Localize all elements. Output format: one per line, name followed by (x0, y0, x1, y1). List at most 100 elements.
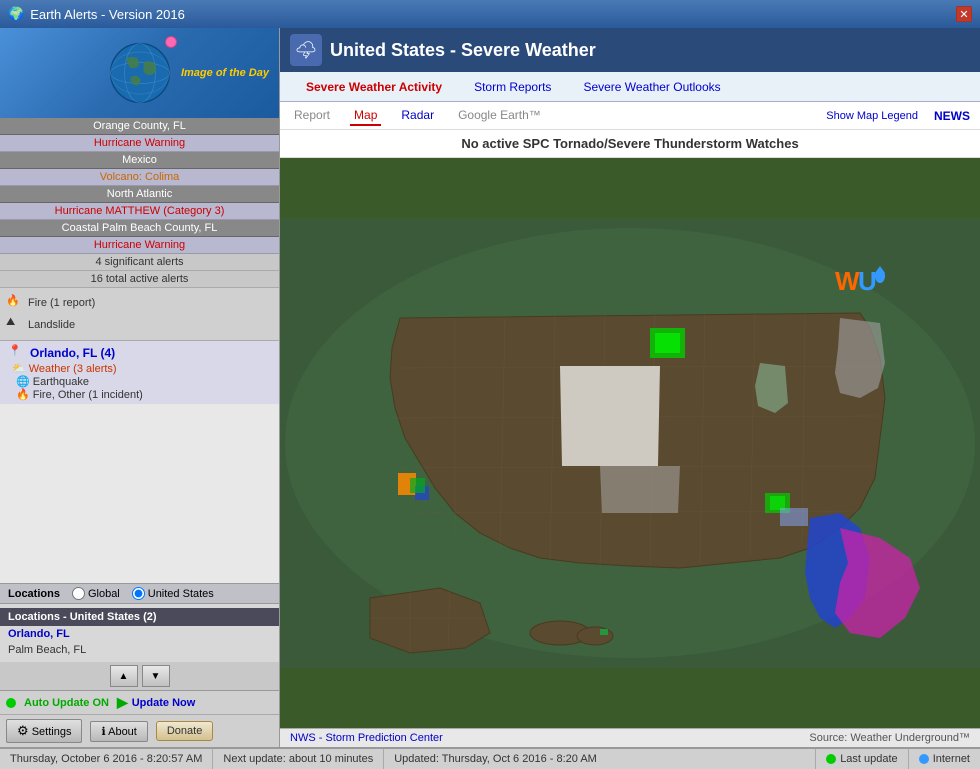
status-internet: Internet (909, 749, 980, 769)
fire-other-icon: 🔥 (16, 389, 30, 401)
us-radio-label[interactable]: United States (132, 587, 214, 600)
last-update-text: Last update (840, 753, 898, 765)
us-map-svg: W U (280, 158, 980, 728)
subtab-news[interactable]: NEWS (934, 109, 970, 123)
status-datetime: Thursday, October 6 2016 - 8:20:57 AM (0, 749, 213, 769)
global-radio-label[interactable]: Global (72, 587, 120, 600)
app-buttons: ⚙ Settings ℹ About Donate (0, 715, 279, 747)
location-item-orlando[interactable]: Orlando, FL (0, 626, 279, 642)
update-arrow-icon: ▶ (117, 694, 128, 711)
tab-severe-outlooks[interactable]: Severe Weather Outlooks (567, 76, 736, 98)
locations-list: Locations - United States (2) Orlando, F… (0, 604, 279, 662)
landslide-icon: ⛰ (6, 316, 24, 334)
alert-item-hurricane-warning-1[interactable]: Hurricane Warning (0, 135, 279, 152)
incident-section: 🔥 Fire (1 report) ⛰ Landslide (0, 288, 279, 341)
pink-dot (165, 36, 177, 48)
alert-item-volcano-colima[interactable]: Volcano: Colima (0, 169, 279, 186)
map-footer: NWS - Storm Prediction Center Source: We… (280, 728, 980, 747)
statusbar: Thursday, October 6 2016 - 8:20:57 AM Ne… (0, 747, 980, 769)
subtab-map[interactable]: Map (350, 106, 381, 126)
status-updated-text: Updated: Thursday, Oct 6 2016 - 8:20 AM (394, 753, 597, 765)
scroll-up-button[interactable]: ▲ (110, 665, 138, 687)
settings-button[interactable]: ⚙ Settings (6, 719, 82, 743)
titlebar: 🌍 Earth Alerts - Version 2016 ✕ (0, 0, 980, 28)
significant-count: 4 significant alerts (0, 254, 279, 271)
alert-group-mexico[interactable]: Mexico (0, 152, 279, 169)
locations-list-header: Locations - United States (2) (0, 608, 279, 626)
tornado-notice: No active SPC Tornado/Severe Thunderstor… (280, 130, 980, 158)
location-orlando-entry[interactable]: 📍 Orlando, FL (4) ⛅ Weather (3 alerts) 🌐… (0, 341, 279, 404)
subtab-google-earth[interactable]: Google Earth™ (454, 106, 545, 126)
globe-icon (105, 38, 175, 108)
update-now-button[interactable]: ▶ Update Now (117, 694, 195, 711)
map-container[interactable]: W U (280, 158, 980, 728)
tab-storm-reports[interactable]: Storm Reports (458, 76, 567, 98)
alert-group-coastal-palm-beach[interactable]: Coastal Palm Beach County, FL (0, 220, 279, 237)
info-icon: ℹ (101, 726, 105, 738)
right-header: 🌩 United States - Severe Weather (280, 28, 980, 72)
close-button[interactable]: ✕ (956, 6, 972, 22)
fire-icon: 🔥 (6, 294, 24, 312)
status-last-update: Last update (816, 749, 909, 769)
auto-update-status: Auto Update ON (6, 697, 109, 709)
auto-update-dot (6, 698, 16, 708)
scroll-buttons: ▲ ▼ (0, 662, 279, 691)
status-updated: Updated: Thursday, Oct 6 2016 - 8:20 AM (384, 749, 816, 769)
alert-list: Orange County, FL Hurricane Warning Mexi… (0, 118, 279, 583)
incident-landslide[interactable]: ⛰ Landslide (6, 314, 273, 336)
location-item-palm-beach[interactable]: Palm Beach, FL (0, 642, 279, 658)
internet-dot (919, 754, 929, 764)
right-panel: 🌩 United States - Severe Weather Severe … (280, 28, 980, 747)
alert-item-hurricane-matthew[interactable]: Hurricane MATTHEW (Category 3) (0, 203, 279, 220)
weather-header-icon: 🌩 (290, 34, 322, 66)
tab-severe-weather[interactable]: Severe Weather Activity (290, 76, 458, 98)
title-area: 🌍 Earth Alerts - Version 2016 (8, 6, 185, 22)
auto-update-label: Auto Update ON (24, 697, 109, 709)
earthquake-icon: 🌐 (16, 376, 30, 388)
earth-icon: 🌍 (8, 6, 24, 22)
us-label: United States (148, 588, 214, 600)
main-panel-title: United States - Severe Weather (330, 40, 596, 61)
last-update-dot (826, 754, 836, 764)
orlando-weather-alerts[interactable]: ⛅ Weather (3 alerts) (8, 362, 271, 375)
donate-label: Donate (167, 725, 202, 737)
locations-label: Locations (8, 588, 60, 600)
sub-nav: Report Map Radar Google Earth™ Show Map … (280, 102, 980, 130)
donate-button[interactable]: Donate (156, 721, 213, 741)
fire-label: Fire (1 report) (28, 297, 95, 309)
global-radio[interactable] (72, 587, 85, 600)
gear-icon: ⚙ (17, 723, 29, 738)
orlando-fire-other[interactable]: 🔥 Fire, Other (1 incident) (8, 388, 271, 401)
nav-tabs: Severe Weather Activity Storm Reports Se… (280, 72, 980, 102)
about-button[interactable]: ℹ About (90, 721, 147, 742)
alert-group-orange-county[interactable]: Orange County, FL (0, 118, 279, 135)
globe-area[interactable]: Image of the Day (0, 28, 279, 118)
sub-nav-left: Report Map Radar Google Earth™ (290, 106, 545, 126)
show-legend-link[interactable]: Show Map Legend (826, 110, 918, 122)
svg-text:W: W (835, 266, 860, 296)
incident-fire[interactable]: 🔥 Fire (1 report) (6, 292, 273, 314)
alert-group-north-atlantic[interactable]: North Atlantic (0, 186, 279, 203)
location-pin-icon: 📍 (8, 344, 26, 362)
nws-link[interactable]: NWS - Storm Prediction Center (290, 732, 443, 744)
orlando-earthquake[interactable]: 🌐 Earthquake (8, 375, 271, 388)
landslide-label: Landslide (28, 319, 75, 331)
about-label: About (108, 726, 137, 738)
status-next-update-text: Next update: about 10 minutes (223, 753, 373, 765)
main-layout: Image of the Day Orange County, FL Hurri… (0, 28, 980, 747)
scroll-down-button[interactable]: ▼ (142, 665, 170, 687)
app-title: Earth Alerts - Version 2016 (30, 7, 185, 22)
status-datetime-text: Thursday, October 6 2016 - 8:20:57 AM (10, 753, 202, 765)
subtab-report[interactable]: Report (290, 106, 334, 126)
total-count: 16 total active alerts (0, 271, 279, 288)
alert-item-hurricane-warning-2[interactable]: Hurricane Warning (0, 237, 279, 254)
global-label: Global (88, 588, 120, 600)
orlando-location-name: Orlando, FL (4) (30, 346, 115, 360)
subtab-radar[interactable]: Radar (397, 106, 438, 126)
svg-text:U: U (858, 266, 877, 296)
location-radio-row: Locations Global United States (0, 583, 279, 604)
settings-label: Settings (32, 726, 72, 738)
bottom-actions: Auto Update ON ▶ Update Now (0, 691, 279, 715)
us-radio[interactable] (132, 587, 145, 600)
status-next-update: Next update: about 10 minutes (213, 749, 384, 769)
